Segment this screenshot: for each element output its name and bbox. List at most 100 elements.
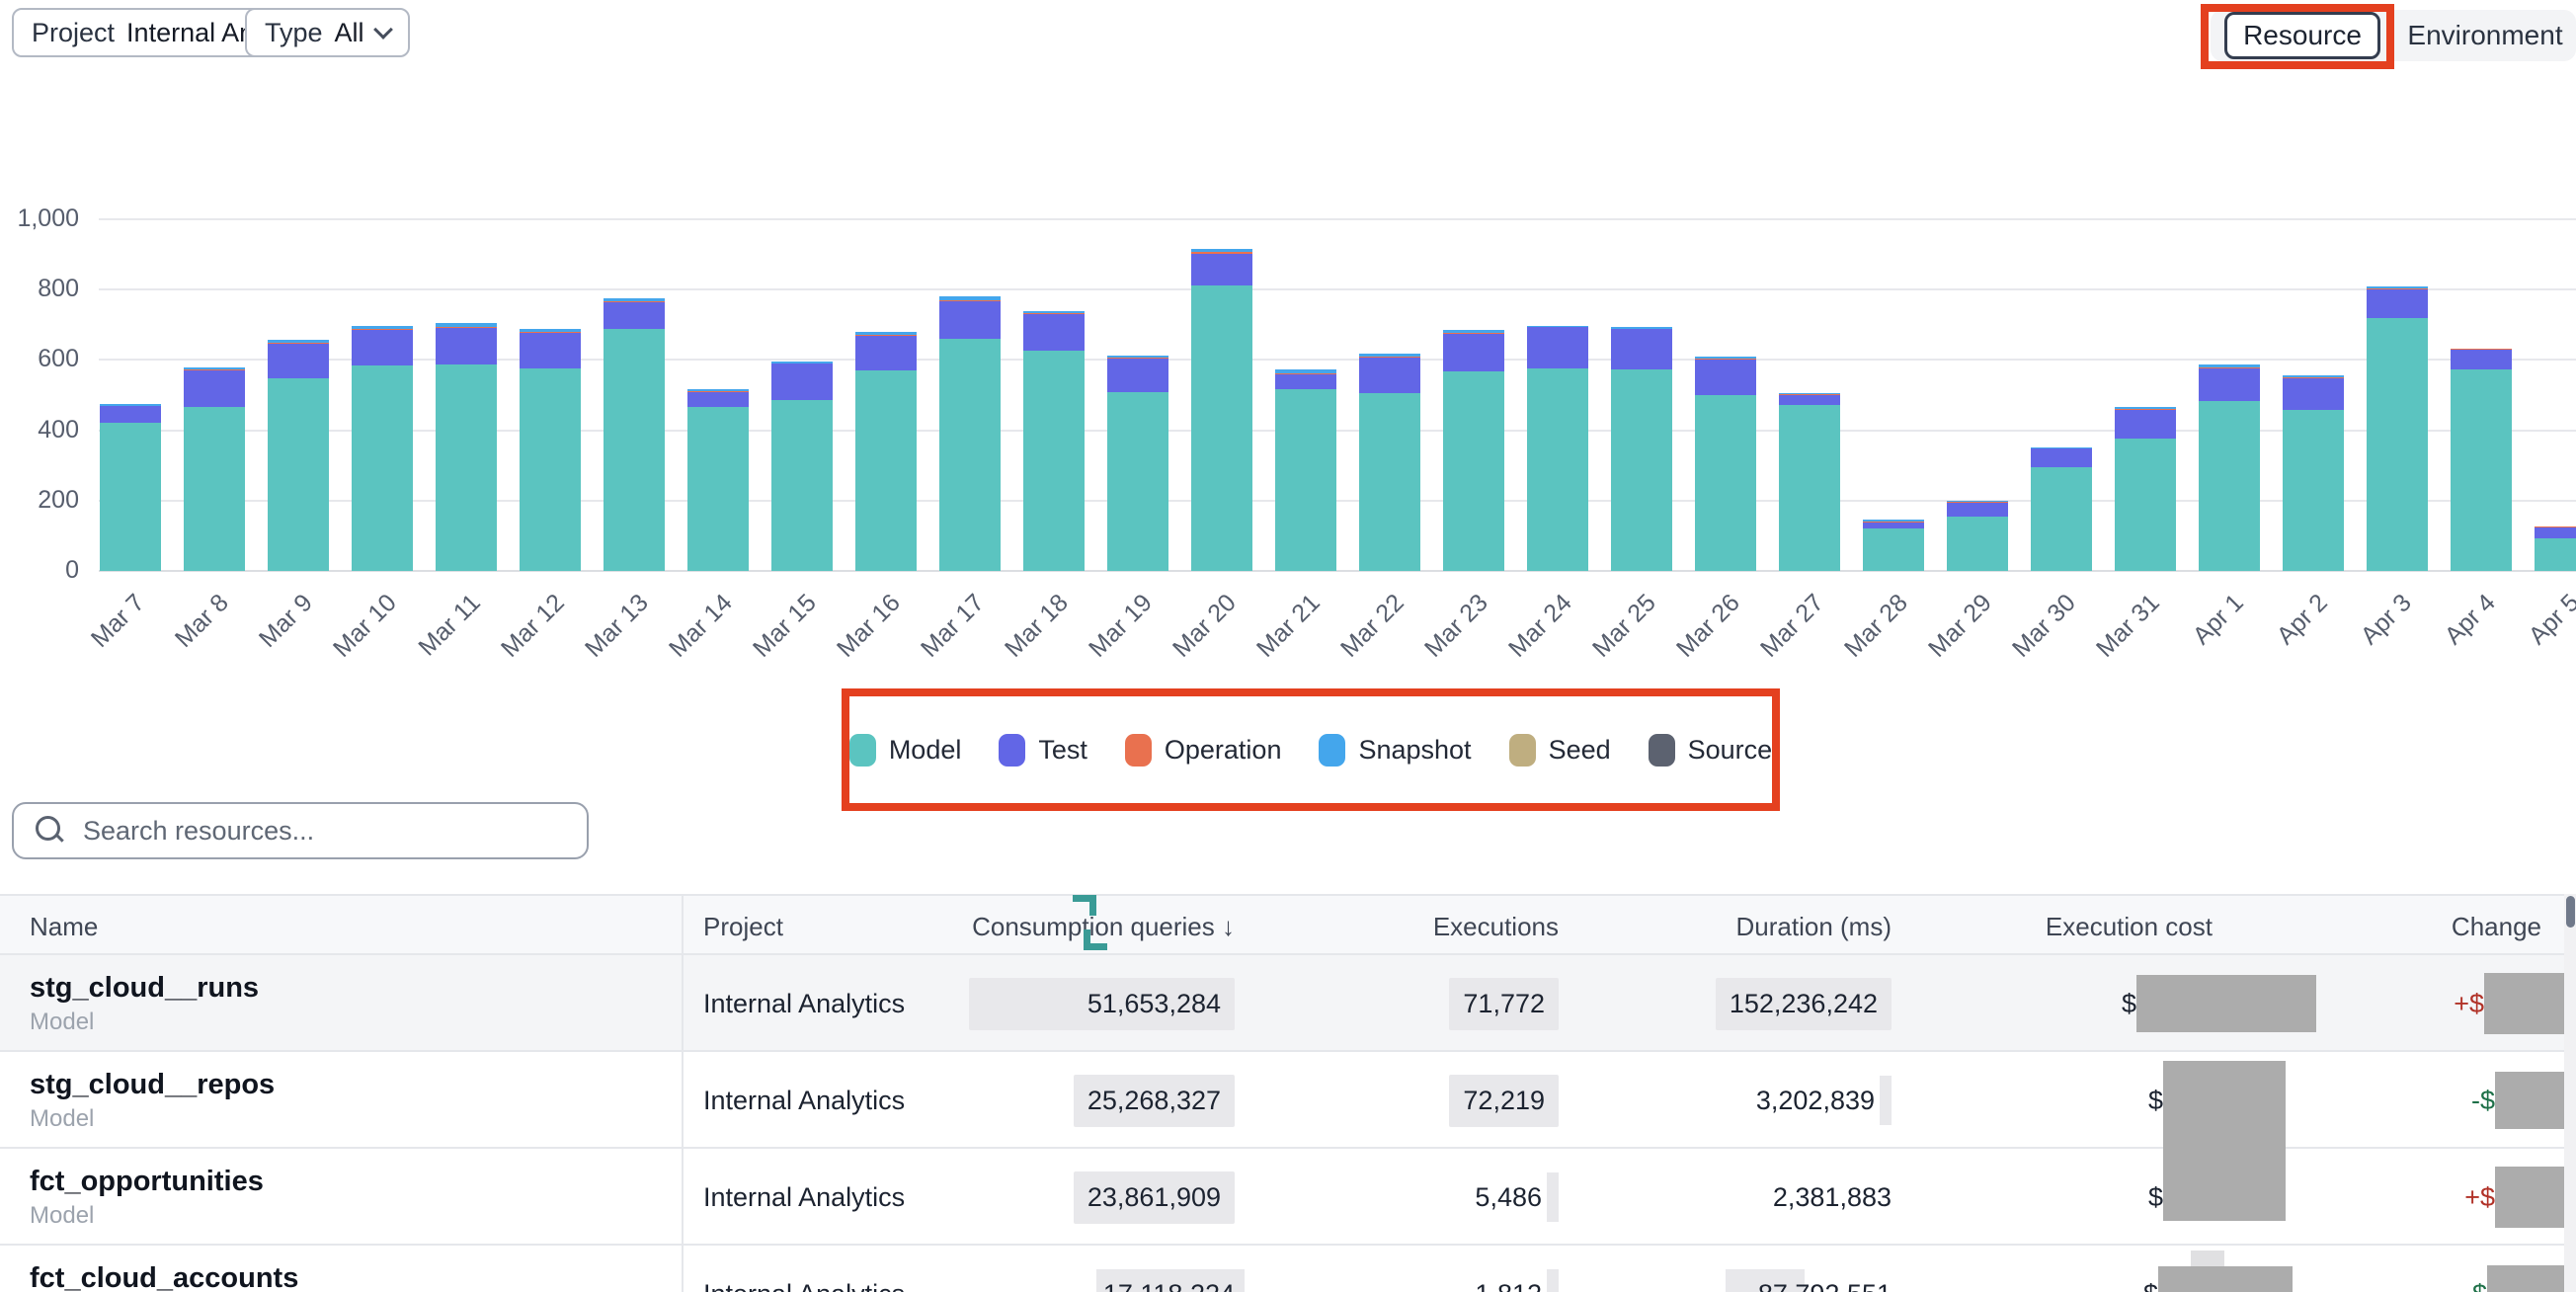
bar-segment-model bbox=[1107, 392, 1168, 571]
column-header-duration-ms-[interactable]: Duration (ms) bbox=[1736, 896, 1892, 957]
bar-segment-test bbox=[1947, 503, 2008, 517]
bar-segment-model bbox=[1779, 405, 1840, 571]
cursor-marker-bottom bbox=[1084, 929, 1107, 950]
bar-mar-14[interactable] bbox=[687, 389, 749, 571]
bar-segment-test bbox=[1023, 314, 1085, 351]
bar-mar-29[interactable] bbox=[1947, 501, 2008, 571]
bar-mar-26[interactable] bbox=[1695, 357, 1756, 571]
table-row-fct_cloud_accounts[interactable]: fct_cloud_accountsModelInternal Analytic… bbox=[0, 1246, 2576, 1292]
table-row-stg_cloud__runs[interactable]: stg_cloud__runsModelInternal Analytics51… bbox=[0, 955, 2576, 1052]
bar-mar-27[interactable] bbox=[1779, 393, 1840, 571]
bar-mar-28[interactable] bbox=[1863, 520, 1924, 571]
bar-mar-30[interactable] bbox=[2031, 447, 2092, 571]
test-swatch-icon bbox=[999, 734, 1025, 767]
search-input[interactable] bbox=[81, 815, 549, 848]
change-prefix: +$ bbox=[2454, 989, 2484, 1019]
table-header: NameProjectConsumption queries ↓Executio… bbox=[0, 894, 2576, 955]
bar-segment-test bbox=[1779, 395, 1840, 406]
bar-apr-3[interactable] bbox=[2367, 286, 2428, 571]
bar-segment-model bbox=[1947, 517, 2008, 571]
bar-segment-test bbox=[268, 344, 329, 378]
bar-apr-5[interactable] bbox=[2535, 526, 2576, 571]
bar-segment-test bbox=[184, 370, 245, 407]
bar-segment-test bbox=[1191, 254, 1252, 286]
bar-mar-18[interactable] bbox=[1023, 311, 1085, 571]
column-header-executions[interactable]: Executions bbox=[1433, 896, 1559, 957]
column-header-name[interactable]: Name bbox=[30, 896, 98, 957]
bar-mar-8[interactable] bbox=[184, 367, 245, 571]
bar-apr-4[interactable] bbox=[2451, 349, 2512, 571]
bar-segment-test bbox=[1611, 329, 1672, 368]
legend-item-test[interactable]: Test bbox=[999, 734, 1087, 767]
bar-mar-22[interactable] bbox=[1359, 354, 1420, 571]
consumption-queries-cell: 51,653,284 bbox=[969, 955, 1235, 1052]
y-axis-tick: 800 bbox=[2, 275, 79, 303]
bar-mar-21[interactable] bbox=[1275, 369, 1336, 571]
bar-mar-10[interactable] bbox=[352, 326, 413, 571]
legend-item-snapshot[interactable]: Snapshot bbox=[1319, 734, 1471, 767]
executions-cell: 71,772 bbox=[1449, 955, 1559, 1052]
cost-redaction bbox=[2136, 975, 2316, 1032]
duration-cell: 152,236,242 bbox=[1716, 955, 1892, 1052]
resource-type: Model bbox=[30, 1202, 94, 1230]
bar-mar-25[interactable] bbox=[1611, 327, 1672, 571]
project-cell: Internal Analytics bbox=[703, 1246, 905, 1292]
project-cell: Internal Analytics bbox=[703, 1149, 905, 1246]
legend-label: Test bbox=[1038, 735, 1087, 766]
resource-consumption-page: Project Internal Analytics Type All Reso… bbox=[0, 0, 2576, 1292]
legend-item-source[interactable]: Source bbox=[1649, 734, 1773, 767]
bar-mar-20[interactable] bbox=[1191, 249, 1252, 571]
resource-name: stg_cloud__repos bbox=[30, 1069, 275, 1101]
bar-mar-13[interactable] bbox=[604, 298, 665, 571]
bar-mar-31[interactable] bbox=[2115, 407, 2176, 571]
cost-redaction-overlay bbox=[2163, 1061, 2286, 1221]
change-prefix: -$ bbox=[2463, 1279, 2487, 1292]
legend-item-model[interactable]: Model bbox=[849, 734, 962, 767]
bar-apr-2[interactable] bbox=[2283, 375, 2344, 571]
scrollbar-thumb[interactable] bbox=[2566, 896, 2575, 928]
column-header-change[interactable]: Change bbox=[2452, 896, 2541, 957]
consumption-chart: 1,0008006004002000Mar 7Mar 8Mar 9Mar 10M… bbox=[0, 0, 2576, 691]
column-header-execution-cost[interactable]: Execution cost bbox=[2046, 896, 2213, 957]
bar-apr-1[interactable] bbox=[2199, 364, 2260, 571]
legend-label: Seed bbox=[1549, 735, 1611, 766]
bar-mar-17[interactable] bbox=[939, 296, 1001, 571]
bar-mar-7[interactable] bbox=[100, 404, 161, 571]
bar-mar-9[interactable] bbox=[268, 340, 329, 571]
bar-mar-24[interactable] bbox=[1527, 326, 1588, 571]
bar-segment-test bbox=[1527, 327, 1588, 368]
bar-segment-model bbox=[436, 364, 497, 571]
model-swatch-icon bbox=[849, 734, 876, 767]
column-header-project[interactable]: Project bbox=[703, 896, 783, 957]
bar-segment-test bbox=[939, 301, 1001, 339]
y-axis-tick: 0 bbox=[2, 556, 79, 585]
execution-cost-cell: $ bbox=[2122, 955, 2316, 1052]
bar-mar-16[interactable] bbox=[855, 332, 917, 571]
legend-item-operation[interactable]: Operation bbox=[1125, 734, 1282, 767]
legend-item-seed[interactable]: Seed bbox=[1509, 734, 1611, 767]
bar-segment-test bbox=[2367, 289, 2428, 317]
resource-type: Model bbox=[30, 1009, 94, 1036]
change-cell: -$ bbox=[2463, 1246, 2564, 1292]
bar-mar-15[interactable] bbox=[771, 362, 833, 571]
gridline bbox=[99, 218, 2576, 220]
bar-segment-model bbox=[604, 329, 665, 571]
snapshot-swatch-icon bbox=[1319, 734, 1345, 767]
bar-segment-model bbox=[939, 339, 1001, 571]
resource-name: stg_cloud__runs bbox=[30, 972, 259, 1005]
bar-segment-test bbox=[2535, 527, 2576, 538]
bar-segment-model bbox=[2367, 318, 2428, 571]
bar-segment-test bbox=[2283, 378, 2344, 410]
executions-cell: 72,219 bbox=[1449, 1052, 1559, 1149]
bar-mar-11[interactable] bbox=[436, 323, 497, 571]
bar-mar-19[interactable] bbox=[1107, 356, 1168, 571]
bar-segment-test bbox=[100, 406, 161, 423]
bar-mar-12[interactable] bbox=[520, 329, 581, 571]
bar-segment-test bbox=[1443, 334, 1504, 371]
change-cell: -$ bbox=[2471, 1052, 2564, 1149]
resource-name: fct_opportunities bbox=[30, 1166, 264, 1198]
cost-currency: $ bbox=[2143, 1279, 2158, 1292]
bar-mar-23[interactable] bbox=[1443, 330, 1504, 571]
change-redaction bbox=[2487, 1265, 2564, 1292]
change-redaction bbox=[2484, 973, 2564, 1034]
